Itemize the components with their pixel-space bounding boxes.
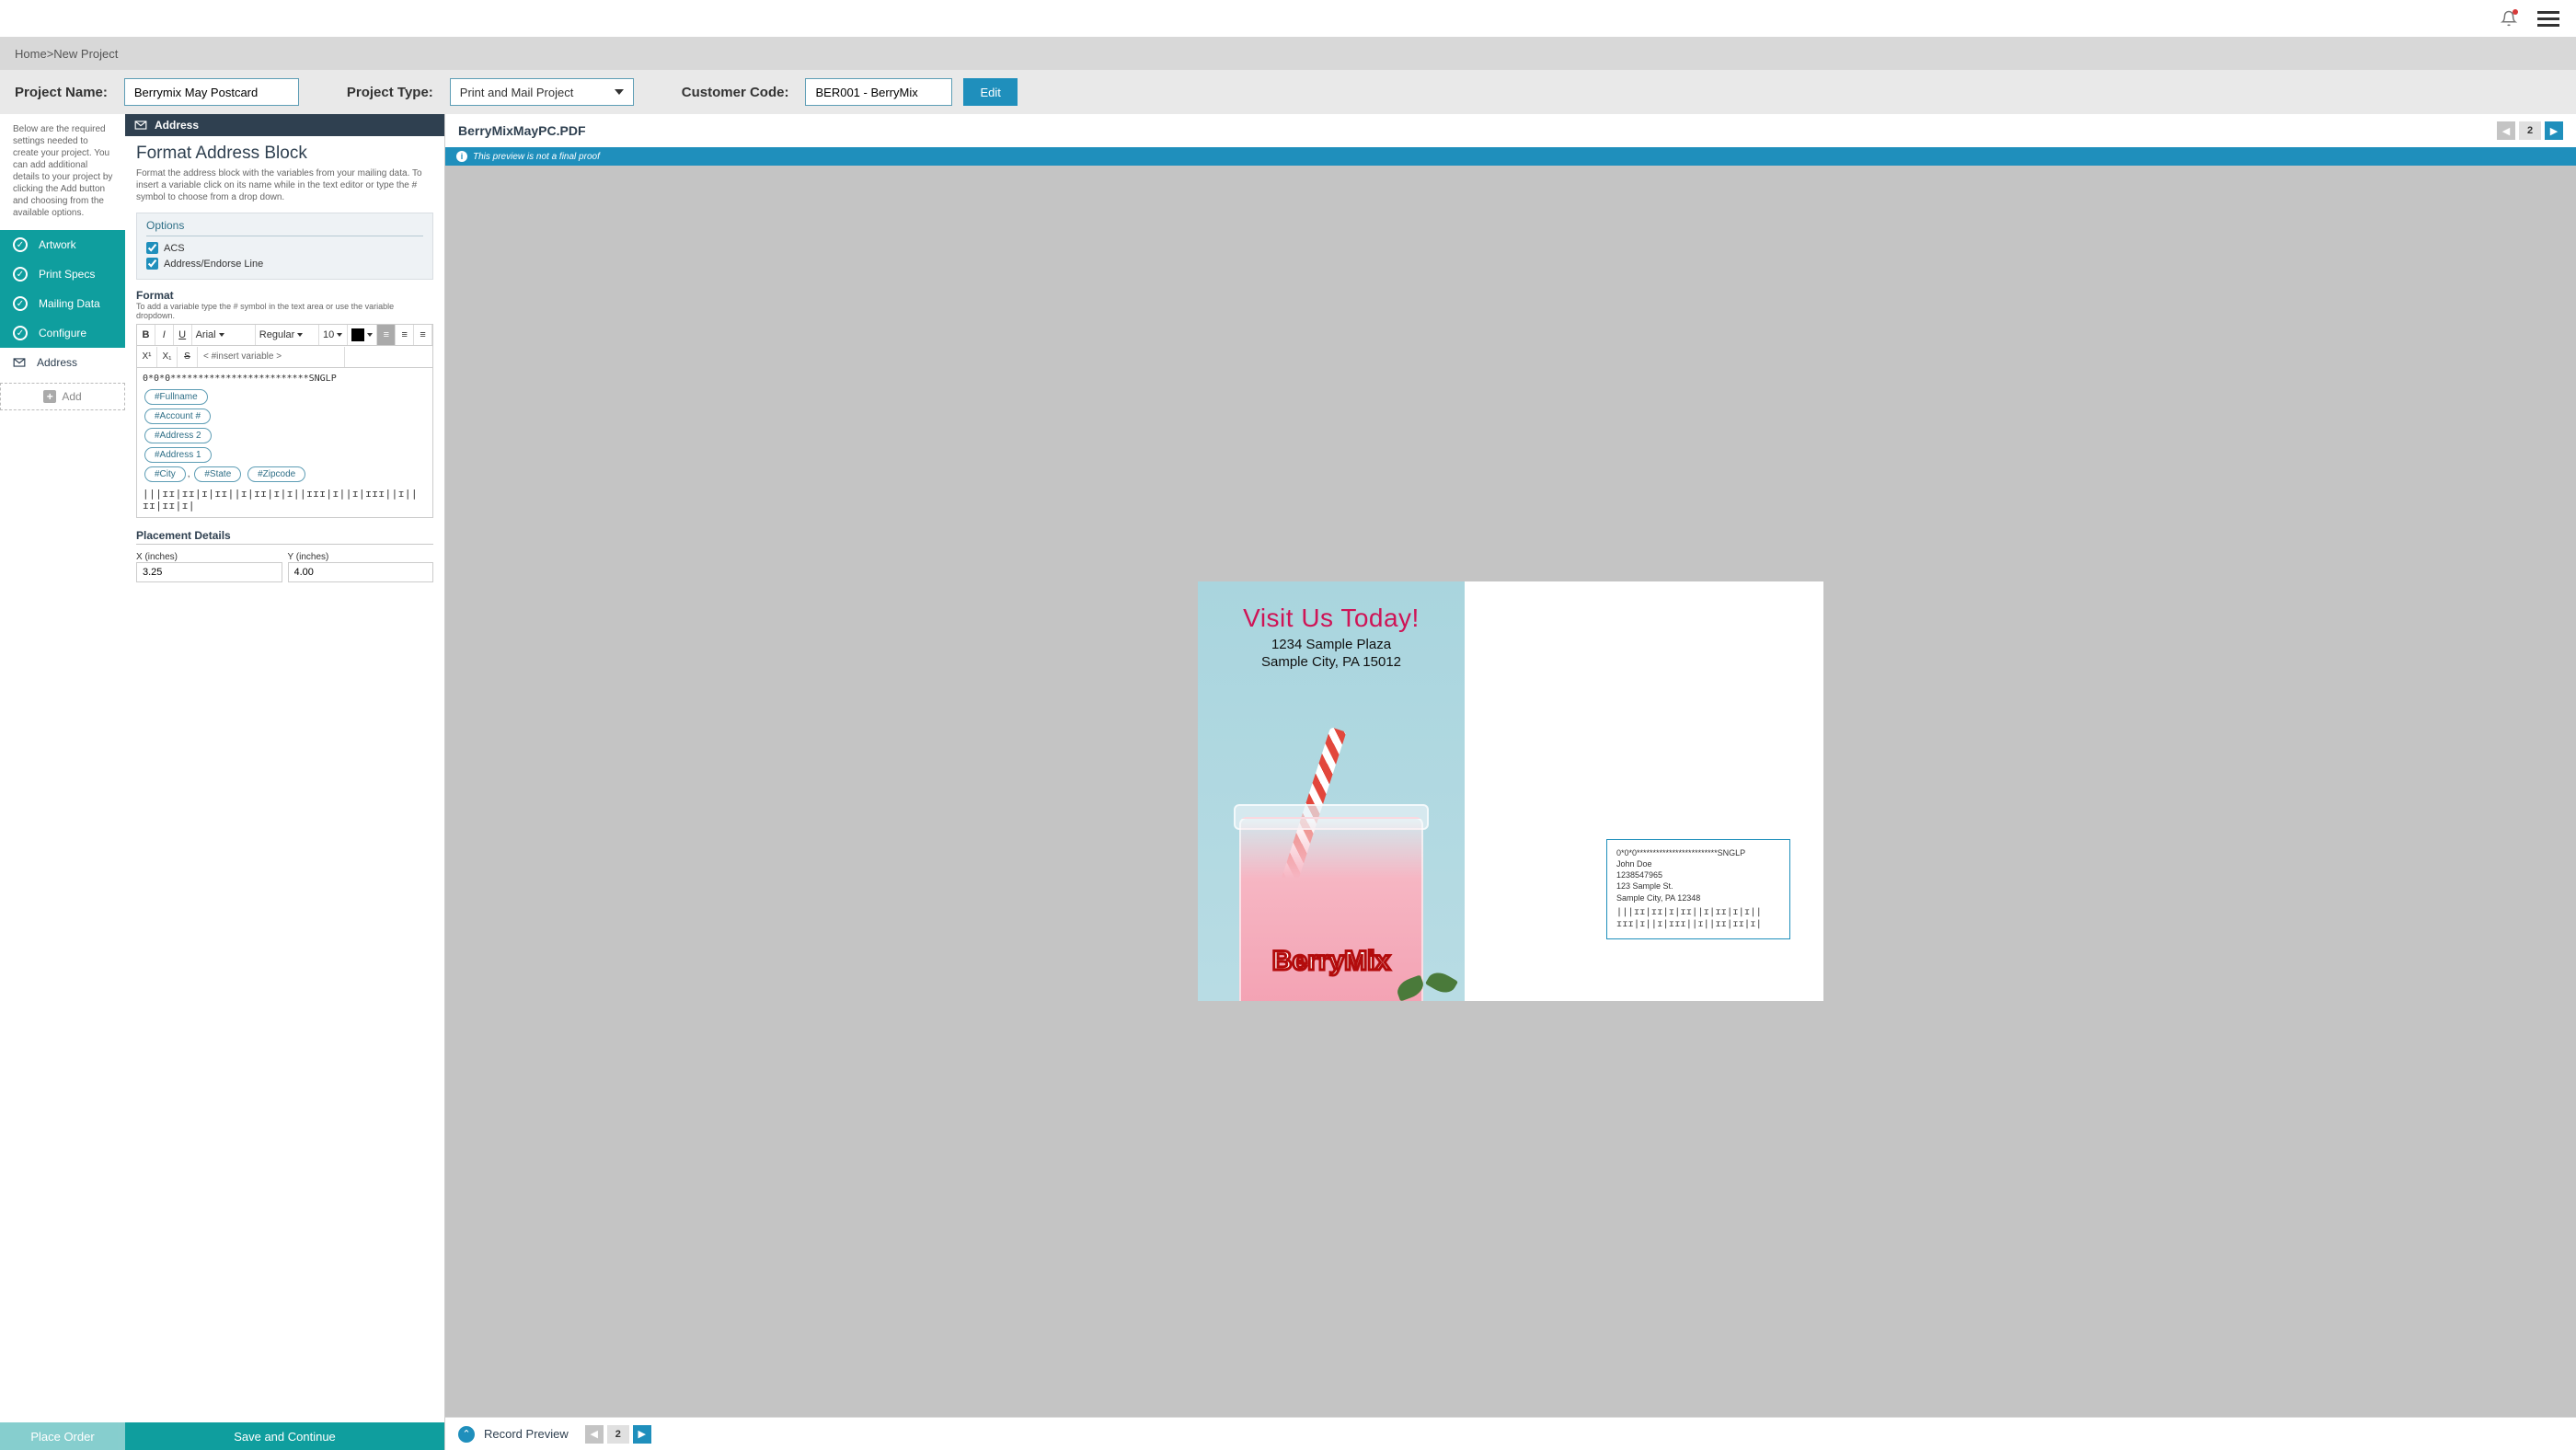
align-center-button[interactable]: ≡ (396, 325, 414, 345)
record-next-button[interactable]: ▶ (633, 1425, 651, 1444)
help-text: Below are the required settings needed t… (0, 114, 125, 230)
record-preview-label: Record Preview (484, 1427, 569, 1441)
postcard-address2: Sample City, PA 15012 (1261, 654, 1401, 670)
bold-button[interactable]: B (137, 325, 155, 345)
strikethrough-button[interactable]: S (178, 347, 198, 367)
record-number: 2 (607, 1425, 629, 1444)
font-family-select[interactable]: Arial (192, 325, 256, 345)
envelope-icon (13, 356, 26, 369)
step-address[interactable]: Address (0, 348, 125, 377)
project-name-label: Project Name: (15, 85, 108, 100)
font-weight-select[interactable]: Regular (256, 325, 319, 345)
x-input[interactable] (136, 562, 282, 582)
envelope-icon (134, 119, 147, 132)
info-icon: i (456, 151, 467, 162)
option-acs[interactable]: ACS (146, 242, 423, 254)
font-size-select[interactable]: 10 (319, 325, 348, 345)
subscript-button[interactable]: X₁ (157, 347, 178, 367)
check-icon: ✓ (13, 237, 28, 252)
y-input[interactable] (288, 562, 434, 582)
menu-icon[interactable] (2537, 11, 2559, 27)
options-header: Options (146, 219, 423, 236)
check-icon: ✓ (13, 326, 28, 340)
chip-city[interactable]: #City (144, 466, 186, 482)
page-number: 2 (2519, 121, 2541, 140)
chip-account[interactable]: #Account # (144, 409, 211, 424)
panel-header: Address (125, 114, 444, 136)
format-header: Format (136, 289, 433, 302)
placement-header: Placement Details (136, 529, 433, 545)
page-pager: ◀ 2 ▶ (2497, 121, 2563, 140)
chip-address2[interactable]: #Address 2 (144, 428, 212, 443)
y-label: Y (inches) (288, 552, 329, 562)
x-label: X (inches) (136, 552, 178, 562)
record-prev-button[interactable]: ◀ (585, 1425, 604, 1444)
collapse-icon[interactable]: ⌃ (458, 1426, 475, 1443)
check-icon: ✓ (13, 296, 28, 311)
page-next-button[interactable]: ▶ (2545, 121, 2563, 140)
panel-title: Format Address Block (136, 144, 433, 164)
chip-address1[interactable]: #Address 1 (144, 447, 212, 463)
step-print-specs[interactable]: ✓ Print Specs (0, 259, 125, 289)
save-continue-button[interactable]: Save and Continue (125, 1422, 444, 1450)
chevron-down-icon (297, 333, 303, 337)
align-right-button[interactable]: ≡ (414, 325, 432, 345)
breadcrumb-current: New Project (53, 47, 118, 61)
project-type-label: Project Type: (347, 85, 433, 100)
proof-warning: i This preview is not a final proof (445, 147, 2576, 166)
align-left-button[interactable]: ≡ (377, 325, 396, 345)
chevron-down-icon (337, 333, 342, 337)
breadcrumb-home[interactable]: Home (15, 47, 47, 61)
step-configure[interactable]: ✓ Configure (0, 318, 125, 348)
project-type-select[interactable]: Print and Mail Project (450, 78, 634, 106)
check-icon: ✓ (13, 267, 28, 282)
chip-fullname[interactable]: #Fullname (144, 389, 208, 405)
acs-checkbox[interactable] (146, 242, 158, 254)
address-editor[interactable]: 0*0*0*************************SNGLP #Ful… (136, 368, 433, 518)
add-button[interactable]: + Add (0, 383, 125, 410)
place-order-button[interactable]: Place Order (0, 1422, 125, 1450)
panel-description: Format the address block with the variab… (136, 167, 433, 203)
record-pager: ◀ 2 ▶ (585, 1425, 651, 1444)
chevron-down-icon (615, 89, 624, 95)
chip-zipcode[interactable]: #Zipcode (247, 466, 305, 482)
customer-code-label: Customer Code: (682, 85, 789, 100)
chip-state[interactable]: #State (194, 466, 241, 482)
postcard-headline: Visit Us Today! (1243, 604, 1420, 633)
format-sub: To add a variable type the # symbol in t… (136, 302, 433, 320)
breadcrumb: Home > New Project (0, 37, 2576, 70)
step-mailing-data[interactable]: ✓ Mailing Data (0, 289, 125, 318)
step-artwork[interactable]: ✓ Artwork (0, 230, 125, 259)
italic-button[interactable]: I (155, 325, 174, 345)
postcard-preview: Visit Us Today! 1234 Sample Plaza Sample… (1198, 581, 1823, 1001)
chevron-down-icon (219, 333, 224, 337)
color-picker[interactable] (348, 325, 377, 345)
chevron-down-icon (367, 333, 373, 337)
project-name-input[interactable] (124, 78, 299, 106)
address-block-preview: 0*0*0*************************SNGLP John… (1606, 839, 1790, 939)
notifications-icon[interactable] (2501, 10, 2517, 27)
customer-code-input[interactable] (805, 78, 952, 106)
brand-logo: BerryMix (1272, 946, 1390, 977)
preview-filename: BerryMixMayPC.PDF (458, 123, 586, 138)
superscript-button[interactable]: X¹ (137, 347, 157, 367)
barcode-preview: |||ɪɪ|ɪɪ|ɪ|ɪɪ||ɪ|ɪɪ|ɪ|ɪ||ɪɪɪ|ɪ||ɪ|ɪɪɪ||ɪ… (143, 488, 427, 512)
edit-button[interactable]: Edit (963, 78, 1017, 106)
underline-button[interactable]: U (174, 325, 192, 345)
postcard-address1: 1234 Sample Plaza (1271, 637, 1391, 652)
plus-icon: + (43, 390, 56, 403)
endorse-checkbox[interactable] (146, 258, 158, 270)
option-endorse[interactable]: Address/Endorse Line (146, 258, 423, 270)
page-prev-button[interactable]: ◀ (2497, 121, 2515, 140)
insert-variable-select[interactable]: < #insert variable > (198, 347, 345, 367)
